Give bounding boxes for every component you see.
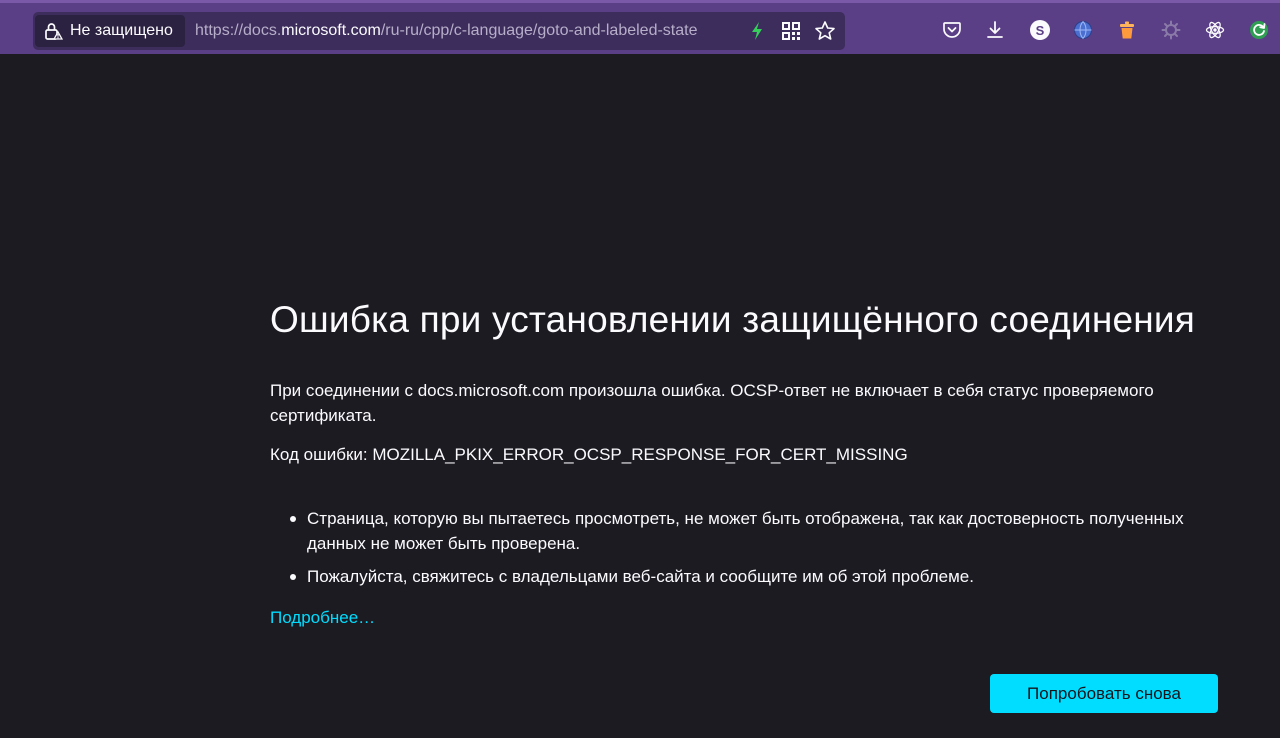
extension-trash-button[interactable] (1116, 19, 1138, 41)
error-title: Ошибка при установлении защищённого соед… (270, 299, 1195, 340)
qr-code-icon (782, 22, 800, 40)
url-fade (703, 18, 745, 44)
extension-refresh-button[interactable] (1248, 19, 1270, 41)
list-item: Страница, которую вы пытаетесь просмотре… (290, 506, 1207, 556)
try-again-button[interactable]: Попробовать снова (990, 674, 1218, 713)
bookmark-button[interactable] (814, 20, 836, 42)
extension-react-button[interactable] (1204, 19, 1226, 41)
lock-warning-icon (45, 23, 63, 40)
address-bar[interactable]: Не защищено https://docs.microsoft.com/r… (33, 12, 845, 50)
lightning-icon (752, 22, 762, 40)
pocket-icon (943, 22, 961, 38)
error-description: При соединении с docs.microsoft.com прои… (270, 381, 1154, 425)
extension-s-letter: S (1035, 22, 1045, 38)
downloads-button[interactable] (984, 19, 1006, 41)
error-code: Код ошибки: MOZILLA_PKIX_ERROR_OCSP_RESP… (270, 445, 908, 464)
url-text[interactable]: https://docs.microsoft.com/ru-ru/cpp/c-l… (195, 22, 743, 40)
learn-more-link[interactable]: Подробнее… (270, 608, 375, 628)
download-icon (987, 21, 1003, 38)
pocket-button[interactable] (941, 19, 963, 41)
error-page: Ошибка при установлении защищённого соед… (0, 54, 1280, 738)
extension-globe-button[interactable] (1072, 19, 1094, 41)
extension-react-icon (1205, 21, 1225, 39)
extension-gear-icon (1161, 20, 1181, 40)
extension-gear-button[interactable] (1160, 19, 1182, 41)
bookmark-star-icon (815, 21, 835, 40)
error-hints: Страница, которую вы пытаетесь просмотре… (290, 506, 1207, 597)
extension-refresh-icon (1250, 21, 1268, 39)
extension-s-icon: S (1030, 20, 1050, 40)
url-prefix: https://docs. (195, 22, 282, 39)
url-host: microsoft.com (281, 22, 381, 39)
lightning-button[interactable] (746, 20, 768, 42)
extension-globe-icon (1074, 21, 1092, 39)
browser-toolbar: Не защищено https://docs.microsoft.com/r… (0, 0, 1280, 54)
list-item: Пожалуйста, свяжитесь с владельцами веб-… (290, 564, 1207, 589)
identity-label: Не защищено (70, 22, 173, 39)
extension-s-button[interactable]: S (1029, 19, 1051, 41)
qr-code-button[interactable] (780, 20, 802, 42)
extension-trash-icon (1120, 21, 1134, 39)
url-path: /ru-ru/cpp/c-language/goto-and-labeled-s… (380, 22, 698, 39)
site-identity-button[interactable]: Не защищено (35, 15, 185, 47)
